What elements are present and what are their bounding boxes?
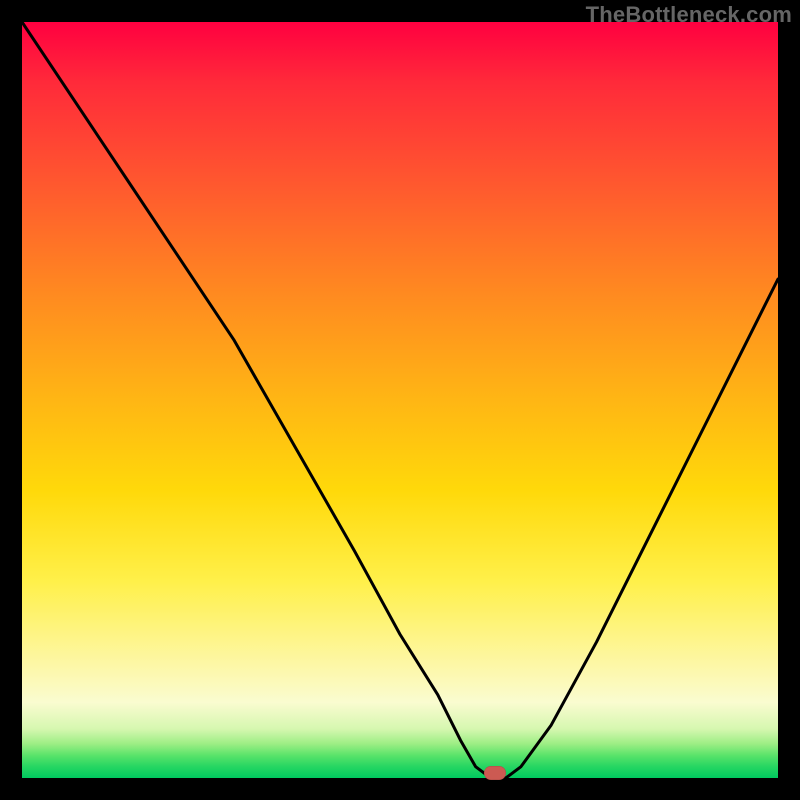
optimum-marker: [484, 766, 506, 780]
plot-area: [22, 22, 778, 778]
chart-frame: TheBottleneck.com: [0, 0, 800, 800]
bottleneck-curve: [22, 22, 778, 778]
curve-path: [22, 22, 778, 778]
attribution-label: TheBottleneck.com: [586, 2, 792, 28]
